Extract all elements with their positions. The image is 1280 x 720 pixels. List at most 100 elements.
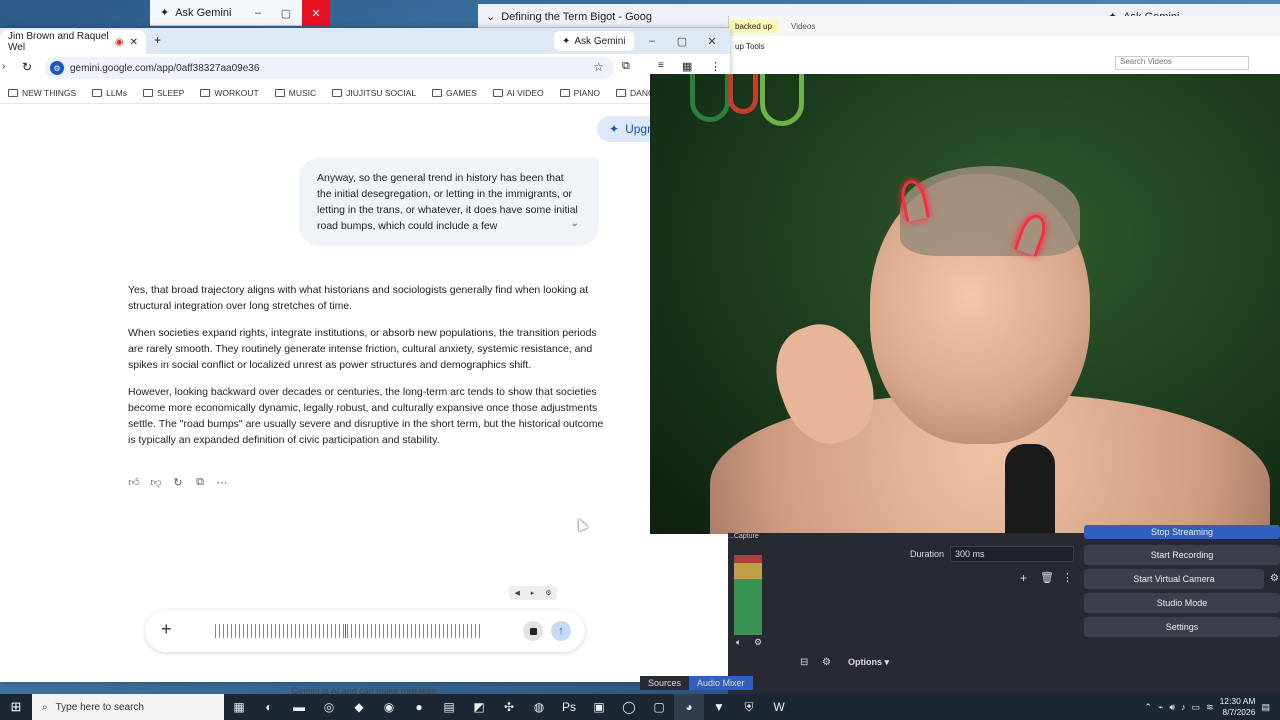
microphone-icon[interactable]: ♪ <box>1181 702 1186 712</box>
bookmark-folder[interactable]: WORKOUT <box>192 88 266 98</box>
thumbs-up-icon[interactable]: 👍︎ <box>128 476 140 489</box>
explorer-search-input[interactable]: Search Videos <box>1115 56 1249 70</box>
extensions-icon[interactable]: ⧉ <box>622 60 630 73</box>
prompt-input-bar[interactable]: + ↑ <box>145 610 585 652</box>
bookmark-folder[interactable]: LLMs <box>84 88 135 98</box>
close-button[interactable]: ✕ <box>302 0 330 26</box>
volume-icon[interactable]: ◀ <box>514 589 519 597</box>
back-icon[interactable]: › <box>2 61 5 72</box>
more-options-icon[interactable]: ⋯ <box>216 476 228 489</box>
settings-icon[interactable]: ⚙ <box>545 589 551 597</box>
close-button[interactable]: ✕ <box>698 31 726 51</box>
bookmark-folder[interactable]: GAMES <box>424 88 485 98</box>
regenerate-icon[interactable]: ↻ <box>172 476 184 489</box>
layout-icon[interactable]: ⊟ <box>800 657 808 668</box>
file-explorer-icon[interactable]: ▬ <box>284 694 314 720</box>
battery-icon[interactable]: ▭ <box>1192 702 1201 713</box>
explorer-tab-backup[interactable]: backed up <box>729 20 778 33</box>
app-icon[interactable]: W <box>764 694 794 720</box>
brave-icon[interactable]: ⛨ <box>734 694 764 720</box>
app-icon[interactable]: ◯ <box>614 694 644 720</box>
active-tab[interactable]: Jim Brown and Raquel Wel ◉ ✕ <box>0 30 146 54</box>
notifications-icon[interactable]: ▤ <box>1261 702 1270 713</box>
trash-icon[interactable]: 🗑︎ <box>1040 571 1054 584</box>
stop-button[interactable] <box>523 621 543 641</box>
bookmark-folder[interactable]: MUSIC <box>267 88 324 98</box>
reload-icon[interactable]: ↻ <box>22 60 32 74</box>
start-virtual-camera-button[interactable]: Start Virtual Camera <box>1084 569 1264 589</box>
wifi-icon[interactable]: ≋ <box>1206 702 1214 713</box>
settings-icon[interactable]: ⚙ <box>754 637 762 648</box>
calculator-icon[interactable]: ▦ <box>224 694 254 720</box>
explorer-tab-tools[interactable]: up Tools <box>729 40 771 53</box>
bookmark-folder[interactable]: PIANO <box>552 88 608 98</box>
app-icon[interactable]: ◩ <box>464 694 494 720</box>
firefox-icon[interactable]: ◍ <box>524 694 554 720</box>
more-options-icon[interactable]: ⋮ <box>1062 571 1073 584</box>
bookmark-folder[interactable]: NEW THINGS <box>0 88 84 98</box>
site-info-icon[interactable]: ⚙ <box>50 61 64 75</box>
ask-gemini-tab[interactable]: ✦ Ask Gemini <box>160 6 231 20</box>
bookmark-folder[interactable]: AI VIDEO <box>485 88 552 98</box>
app-icon[interactable]: ✣ <box>494 694 524 720</box>
bigot-tab[interactable]: ⌄ Defining the Term Bigot - Goog <box>486 10 652 24</box>
add-icon[interactable]: + <box>1020 571 1027 585</box>
photoshop-icon[interactable]: Ps <box>554 694 584 720</box>
chrome-window: Jim Brown and Raquel Wel ◉ ✕ + ✦ Ask Gem… <box>0 28 730 696</box>
thumbs-down-icon[interactable]: 👎︎ <box>150 476 162 489</box>
menu-icon[interactable]: ⋮ <box>710 60 721 73</box>
docs-icon[interactable]: ▤ <box>434 694 464 720</box>
bookmark-star-icon[interactable]: ☆ <box>593 60 604 74</box>
address-bar[interactable]: ⚙ gemini.google.com/app/0aff38327aa09e36… <box>44 57 614 79</box>
system-tray: ⌃ ⌁ 🔊︎ ♪ ▭ ≋ 12:30 AM 8/7/2026 ▤ <box>1144 694 1270 720</box>
copy-icon[interactable]: ⧉ <box>194 476 206 489</box>
chrome-icon[interactable]: ◕ <box>674 694 704 720</box>
profile-icon[interactable]: ▦ <box>682 60 692 73</box>
close-tab-icon[interactable]: ✕ <box>130 37 138 48</box>
options-button[interactable]: Options ▾ <box>848 657 889 668</box>
start-recording-button[interactable]: Start Recording <box>1084 545 1280 565</box>
bookmark-folder[interactable]: SLEEP <box>135 88 192 98</box>
maximize-button[interactable]: ▢ <box>272 3 300 23</box>
edge-icon[interactable]: ◐ <box>254 694 284 720</box>
lightbulb-icon[interactable]: ● <box>404 694 434 720</box>
network-icon[interactable]: ⌁ <box>1158 702 1163 713</box>
app-icon[interactable]: ▣ <box>584 694 614 720</box>
virtual-camera-settings-icon[interactable]: ⚙ <box>1270 573 1279 584</box>
bookmark-folder[interactable]: JIUJITSU SOCIAL <box>324 88 424 98</box>
chevron-down-icon[interactable]: ⌄ <box>571 216 579 232</box>
volume-icon[interactable]: 🔈︎ <box>736 637 741 648</box>
settings-button[interactable]: Settings <box>1084 617 1280 637</box>
taskbar-search[interactable]: ⌕ Type here to search <box>32 694 224 720</box>
app-icon[interactable]: ◆ <box>344 694 374 720</box>
app-icon[interactable]: ▢ <box>644 694 674 720</box>
tab-bar: Jim Brown and Raquel Wel ◉ ✕ + ✦ Ask Gem… <box>0 28 730 54</box>
duration-input[interactable]: 300 ms <box>950 546 1074 562</box>
folder-icon <box>142 88 153 97</box>
response-actions: 👍︎ 👎︎ ↻ ⧉ ⋯ <box>128 476 228 489</box>
minimize-button[interactable]: – <box>244 3 272 23</box>
minimize-button[interactable]: – <box>638 31 666 51</box>
add-attachment-icon[interactable]: + <box>161 619 172 640</box>
resistance-bands <box>690 74 820 126</box>
studio-mode-button[interactable]: Studio Mode <box>1084 593 1280 613</box>
reading-list-icon[interactable]: ≡ <box>658 60 664 71</box>
send-button[interactable]: ↑ <box>551 621 571 641</box>
maximize-button[interactable]: ▢ <box>668 31 696 51</box>
app-icon[interactable]: ◎ <box>314 694 344 720</box>
volume-icon[interactable]: 🔊︎ <box>1169 702 1175 713</box>
stop-streaming-button[interactable]: Stop Streaming <box>1084 525 1280 539</box>
tab-audio-mixer[interactable]: Audio Mixer <box>689 676 753 690</box>
chevron-up-icon[interactable]: ⌃ <box>1144 702 1152 713</box>
play-icon[interactable]: ▸ <box>531 589 535 597</box>
ask-gemini-button[interactable]: ✦ Ask Gemini <box>554 31 634 51</box>
app-icon[interactable]: ▼ <box>704 694 734 720</box>
tab-sources[interactable]: Sources <box>640 676 690 690</box>
obs-icon[interactable]: ◉ <box>374 694 404 720</box>
bookmarks-bar: NEW THINGS LLMs SLEEP WORKOUT MUSIC JIUJ… <box>0 82 679 104</box>
new-tab-button[interactable]: + <box>154 33 161 47</box>
clock[interactable]: 12:30 AM 8/7/2026 <box>1220 696 1256 718</box>
folder-icon <box>274 88 285 97</box>
windows-start-icon[interactable]: ⊞ <box>0 694 32 720</box>
advanced-audio-icon[interactable]: ⚙ <box>822 657 831 668</box>
